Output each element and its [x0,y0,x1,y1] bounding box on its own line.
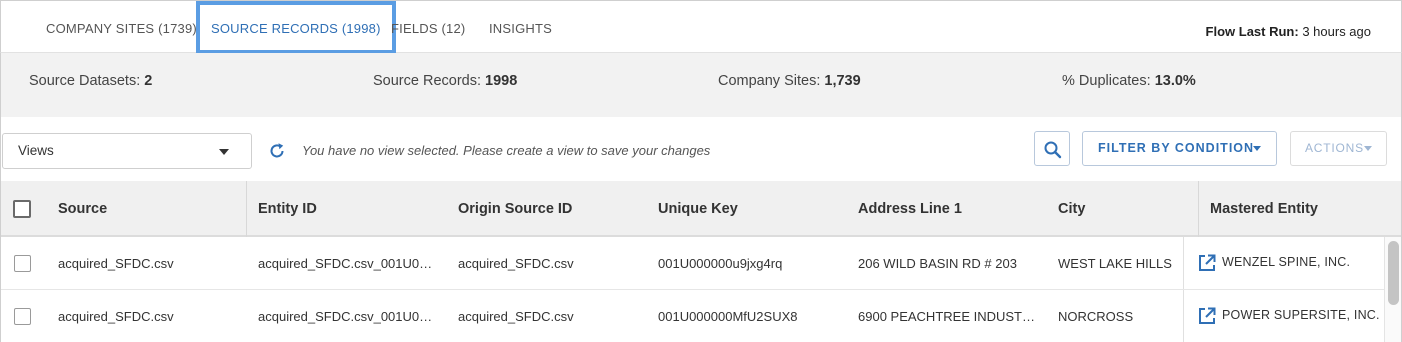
no-view-hint: You have no view selected. Please create… [302,143,711,158]
stat-value: 1998 [485,73,518,89]
external-link-icon[interactable] [1198,254,1216,277]
column-header-address-line-1[interactable]: Address Line 1 [858,181,962,237]
stat-value: 2 [144,73,153,89]
cell-source: acquired_SFDC.csv [58,256,174,271]
tab-company-sites[interactable]: COMPANY SITES (1739) [46,1,197,54]
chevron-down-icon [1253,146,1261,151]
cell-entity-id: acquired_SFDC.csv_001U00… [258,256,438,271]
column-header-source[interactable]: Source [58,181,107,237]
mastered-entity-name: POWER SUPERSITE, INC. [1222,308,1380,322]
column-header-city[interactable]: City [1058,181,1085,237]
column-divider[interactable] [1198,181,1199,237]
vertical-scrollbar[interactable] [1384,237,1401,342]
column-header-mastered-entity[interactable]: Mastered Entity [1210,181,1318,237]
column-header-entity-id[interactable]: Entity ID [258,181,317,237]
stat-label: Company Sites: [718,73,821,89]
stat-source-records: Source Records: 1998 [373,53,517,109]
tab-source-records[interactable]: SOURCE RECORDS (1998) [196,1,396,54]
cell-origin-source-id: acquired_SFDC.csv [458,309,574,324]
row-checkbox[interactable] [14,308,31,325]
stat-duplicates: % Duplicates: 13.0% [1062,53,1196,109]
stat-value: 13.0% [1154,73,1196,89]
cell-city: NORCROSS [1058,309,1134,324]
cell-address-line-1: 6900 PEACHTREE INDUSTRI… [858,309,1038,324]
table-header: Source Entity ID Origin Source ID Unique… [1,181,1401,237]
stat-label: Source Records: [373,73,481,89]
cell-address-line-1: 206 WILD BASIN RD # 203 [858,256,1017,271]
flow-last-run-value: 3 hours ago [1302,24,1371,39]
column-divider[interactable] [246,181,247,237]
refresh-icon[interactable] [267,141,287,161]
stat-label: Source Datasets: [29,73,141,89]
filter-button-label: FILTER BY CONDITION [1098,141,1255,155]
table-row[interactable]: acquired_SFDC.csv acquired_SFDC.csv_001U… [1,237,1384,290]
stat-source-datasets: Source Datasets: 2 [29,53,152,109]
records-table: Source Entity ID Origin Source ID Unique… [0,181,1402,342]
filter-by-condition-button[interactable]: FILTER BY CONDITION [1082,131,1277,166]
table-row[interactable]: acquired_SFDC.csv acquired_SFDC.csv_001U… [1,290,1384,342]
views-dropdown-value: Views [18,143,54,158]
column-header-origin-source-id[interactable]: Origin Source ID [458,181,572,237]
search-button[interactable] [1034,131,1070,166]
chevron-down-icon [219,149,229,155]
flow-last-run-label: Flow Last Run: [1205,24,1299,39]
cell-unique-key: 001U000000u9jxg4rq [658,256,783,271]
column-header-unique-key[interactable]: Unique Key [658,181,738,237]
search-icon [1044,141,1062,159]
external-link-icon[interactable] [1198,307,1216,330]
stat-company-sites: Company Sites: 1,739 [718,53,861,109]
tab-fields[interactable]: FIELDS (12) [391,1,465,54]
stat-value: 1,739 [824,73,861,89]
select-all-checkbox[interactable] [13,200,31,218]
actions-button[interactable]: ACTIONS [1290,131,1387,166]
cell-entity-id: acquired_SFDC.csv_001U00… [258,309,438,324]
cell-mastered-entity: POWER SUPERSITE, INC. [1183,290,1383,342]
stats-bar: Source Datasets: 2 Source Records: 1998 … [0,53,1402,117]
views-dropdown[interactable]: Views [2,133,252,169]
toolbar: Views You have no view selected. Please … [0,117,1402,181]
stat-label: % Duplicates: [1062,73,1151,89]
cell-city: WEST LAKE HILLS [1058,256,1172,271]
chevron-down-icon [1364,146,1372,151]
mastered-entity-name: WENZEL SPINE, INC. [1222,255,1351,269]
cell-mastered-entity: WENZEL SPINE, INC. [1183,237,1383,289]
tabs-bar: COMPANY SITES (1739) SOURCE RECORDS (199… [0,0,1402,54]
tab-insights[interactable]: INSIGHTS [489,1,552,54]
cell-source: acquired_SFDC.csv [58,309,174,324]
cell-unique-key: 001U000000MfU2SUX8 [658,309,798,324]
row-checkbox[interactable] [14,255,31,272]
actions-button-label: ACTIONS [1305,141,1364,155]
scrollbar-thumb[interactable] [1388,241,1399,305]
cell-origin-source-id: acquired_SFDC.csv [458,256,574,271]
